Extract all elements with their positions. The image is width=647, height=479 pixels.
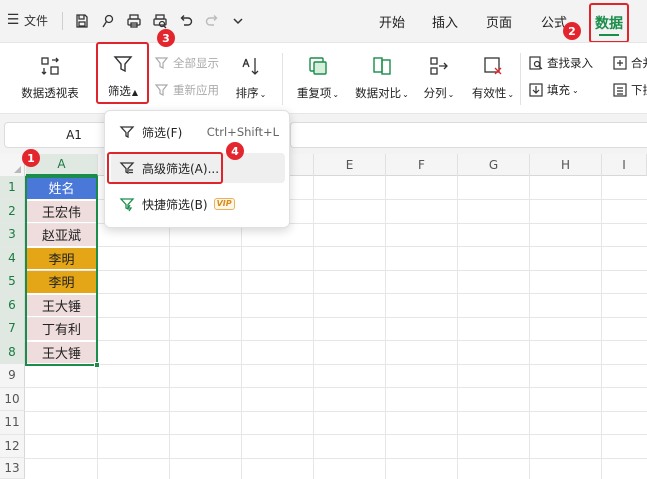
pivot-table-icon [37, 53, 63, 79]
pivot-table-label: 数据透视表 [21, 86, 79, 100]
step-badge: 1 [22, 149, 40, 167]
tab-insert[interactable]: 插入 [432, 12, 458, 31]
ribbon-divider [282, 53, 283, 105]
row-header[interactable]: 1 [0, 176, 25, 200]
pivot-table-button[interactable]: 数据透视表 [18, 53, 82, 101]
row-header[interactable]: 10 [0, 387, 25, 411]
hamburger-menu-icon[interactable]: ☰ [6, 12, 20, 28]
split-column-icon [426, 53, 452, 79]
step-badge: 2 [563, 22, 581, 40]
undo-icon[interactable] [176, 11, 196, 31]
step-badge: 4 [226, 142, 244, 160]
cell-a6[interactable]: 王大锤 [26, 294, 97, 317]
column-header[interactable]: H [530, 154, 602, 176]
quick-filter-icon [119, 198, 135, 212]
validity-label: 有效性⌄ [471, 86, 515, 100]
cell-a1[interactable]: 姓名 [26, 177, 97, 200]
duplicates-label: 重复项⌄ [296, 86, 340, 100]
spreadsheet-grid: A B C D E F G H I 1 2 3 4 5 6 7 8 9 10 1… [0, 154, 647, 479]
tab-page[interactable]: 页面 [486, 12, 512, 31]
menu-item-quick-filter[interactable]: 快捷筛选(B) VIP [111, 189, 285, 219]
lookup-entry-label: 查找录入 [547, 56, 593, 70]
filter-icon [119, 126, 135, 139]
duplicates-icon [305, 53, 331, 79]
split-column-button[interactable]: 分列⌄ [420, 53, 458, 101]
sort-icon [238, 53, 264, 79]
dropdown-list-icon [613, 83, 627, 97]
formula-input[interactable] [290, 122, 647, 148]
merge-icon [613, 56, 627, 70]
ribbon-divider [520, 53, 521, 105]
show-all-label: 全部显示 [173, 56, 219, 70]
menu-item-filter[interactable]: 筛选(F) Ctrl+Shift+L [111, 117, 285, 147]
print-preview-icon[interactable] [150, 11, 170, 31]
title-bar: ☰ 文件 开始 插入 页面 公式 数据 [0, 0, 647, 43]
row-header[interactable]: 7 [0, 317, 25, 341]
row-header[interactable]: 3 [0, 223, 25, 247]
share-icon[interactable] [98, 11, 118, 31]
show-all-icon [154, 57, 169, 69]
sort-label: 排序⌄ [235, 86, 267, 100]
row-header[interactable]: 11 [0, 411, 25, 435]
fill-icon [529, 83, 543, 97]
sort-button[interactable]: 排序⌄ [232, 53, 270, 101]
split-column-label: 分列⌄ [423, 86, 455, 100]
merge-label: 合并 [631, 56, 647, 70]
vip-badge: VIP [213, 198, 235, 210]
validity-icon [480, 53, 506, 79]
fill-label: 填充 [547, 83, 570, 97]
row-header[interactable]: 12 [0, 434, 25, 458]
cell-a7[interactable]: 丁有利 [26, 318, 97, 341]
file-menu[interactable]: 文件 [24, 12, 48, 28]
menu-item-filter-label: 筛选(F) [142, 125, 183, 140]
row-header[interactable]: 9 [0, 364, 25, 388]
row-header[interactable]: 2 [0, 199, 25, 223]
tab-home[interactable]: 开始 [379, 12, 405, 31]
duplicates-button[interactable]: 重复项⌄ [294, 53, 342, 101]
show-all-button[interactable]: 全部显示 [154, 55, 219, 71]
dropdown-list-button[interactable]: 下拉 [612, 82, 647, 98]
column-header[interactable]: E [314, 154, 386, 176]
filter-shortcut: Ctrl+Shift+L [206, 125, 279, 139]
fill-handle[interactable] [94, 362, 100, 368]
row-header[interactable]: 13 [0, 458, 25, 479]
toolbar-divider [62, 12, 63, 30]
menu-item-quick-filter-label: 快捷筛选(B) [142, 197, 208, 212]
column-header[interactable]: G [458, 154, 530, 176]
step-badge: 3 [157, 29, 175, 47]
chevron-down-icon[interactable] [228, 11, 248, 31]
cell-a4[interactable]: 李明 [26, 247, 97, 270]
cell-a5[interactable]: 李明 [26, 271, 97, 294]
dropdown-list-label: 下拉 [631, 83, 647, 97]
cell-a3[interactable]: 赵亚斌 [26, 224, 97, 247]
cell-a2[interactable]: 王宏伟 [26, 200, 97, 223]
data-compare-button[interactable]: 数据对比⌄ [352, 53, 412, 101]
save-icon[interactable] [72, 11, 92, 31]
row-header[interactable]: 4 [0, 246, 25, 270]
formula-bar: A1 [0, 114, 647, 154]
tab-data[interactable]: 数据 [589, 3, 629, 43]
merge-button[interactable]: 合并 [612, 55, 647, 71]
data-compare-icon [369, 53, 395, 79]
validity-button[interactable]: 有效性⌄ [468, 53, 518, 101]
reapply-label: 重新应用 [173, 83, 219, 97]
lookup-icon [529, 56, 543, 70]
redo-icon[interactable] [202, 11, 222, 31]
reapply-icon [154, 84, 169, 96]
row-header[interactable]: 8 [0, 340, 25, 364]
column-header[interactable]: F [386, 154, 458, 176]
cell-reference: A1 [66, 128, 82, 142]
cell-a8[interactable]: 王大锤 [26, 341, 97, 364]
lookup-entry-button[interactable]: 查找录入 [528, 55, 593, 71]
fill-button[interactable]: 填充 ⌄ [528, 82, 579, 98]
row-header[interactable]: 6 [0, 293, 25, 317]
advanced-filter-highlight-box [107, 152, 223, 184]
data-compare-label: 数据对比⌄ [355, 86, 409, 100]
reapply-button[interactable]: 重新应用 [154, 82, 219, 98]
tab-data-label: 数据 [595, 16, 623, 32]
row-header[interactable]: 5 [0, 270, 25, 294]
print-icon[interactable] [124, 11, 144, 31]
filter-highlight-box [96, 42, 149, 104]
column-header[interactable]: I [602, 154, 647, 176]
